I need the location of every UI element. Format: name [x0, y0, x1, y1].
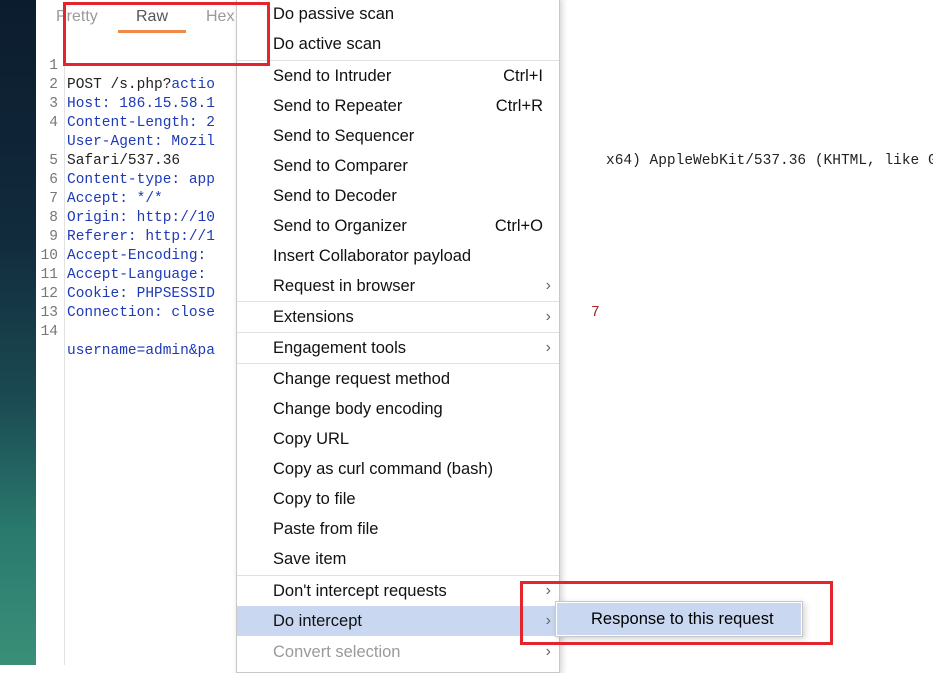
header-user-agent-tail: x64) AppleWebKit/537.36 (KHTML, like G: [606, 153, 933, 169]
shortcut-label: Ctrl+I: [503, 67, 543, 85]
code-line: 8 Referer: http://1: [49, 210, 215, 245]
menu-item-send-to-sequencer[interactable]: Send to Sequencer: [237, 121, 559, 151]
menu-item-send-to-intruder[interactable]: Send to Intruder Ctrl+I: [237, 61, 559, 91]
tab-raw[interactable]: Raw: [136, 8, 168, 26]
menu-item-copy-url[interactable]: Copy URL: [237, 424, 559, 454]
menu-item-send-to-comparer[interactable]: Send to Comparer: [237, 151, 559, 181]
menu-item-response-to-this-request[interactable]: Response to this request: [557, 603, 801, 635]
menu-item-request-in-browser[interactable]: Request in browser ›: [237, 271, 559, 301]
request-body: username=admin&pa: [67, 343, 215, 359]
menu-item-send-to-organizer[interactable]: Send to Organizer Ctrl+O: [237, 211, 559, 241]
header-origin: Origin: http://10: [67, 210, 215, 226]
code-line: 1 POST /s.php?actio: [49, 58, 215, 93]
code-line: 6 Accept: */*: [49, 172, 163, 207]
code-line: 14 username=admin&pa: [40, 324, 215, 359]
do-intercept-submenu: Response to this request: [555, 601, 803, 637]
tab-pretty[interactable]: Pretty: [56, 8, 98, 26]
menu-item-change-body-encoding[interactable]: Change body encoding: [237, 394, 559, 424]
header-user-agent: User-Agent: Mozil: [67, 134, 215, 150]
menu-item-send-to-decoder[interactable]: Send to Decoder: [237, 181, 559, 211]
code-line: 10 Accept-Language:: [40, 248, 215, 283]
active-tab-indicator: [118, 30, 186, 33]
desktop-wallpaper: [0, 0, 36, 665]
header-content-type: Content-type: app: [67, 172, 215, 188]
menu-item-copy-to-file[interactable]: Copy to file: [237, 484, 559, 514]
code-line: 12 Connection: close: [40, 286, 215, 321]
chevron-right-icon: ›: [545, 612, 551, 629]
menu-item-change-request-method[interactable]: Change request method: [237, 364, 559, 394]
code-line: 3 Content-Length: 2: [49, 96, 215, 131]
header-cookie: Cookie: PHPSESSID: [67, 286, 215, 302]
menu-item-paste-from-file[interactable]: Paste from file: [237, 514, 559, 544]
menu-item-insert-collaborator-payload[interactable]: Insert Collaborator payload: [237, 241, 559, 271]
menu-item-save-item[interactable]: Save item: [237, 544, 559, 574]
code-line: 5 Content-type: app: [49, 153, 215, 188]
menu-item-dont-intercept-requests[interactable]: Don't intercept requests ›: [237, 576, 559, 606]
context-menu: Do passive scan Do active scan Send to I…: [236, 0, 560, 673]
menu-item-convert-selection[interactable]: Convert selection ›: [237, 637, 559, 667]
chevron-right-icon: ›: [545, 582, 551, 599]
chevron-right-icon: ›: [545, 308, 551, 325]
code-line: 9 Accept-Encoding:: [49, 229, 215, 264]
menu-item-do-active-scan[interactable]: Do active scan: [237, 29, 559, 59]
code-line: 7 Origin: http://10: [49, 191, 215, 226]
menu-item-extensions[interactable]: Extensions ›: [237, 302, 559, 332]
tab-hex[interactable]: Hex: [206, 8, 234, 26]
menu-item-copy-as-curl[interactable]: Copy as curl command (bash): [237, 454, 559, 484]
menu-item-do-passive-scan[interactable]: Do passive scan: [237, 0, 559, 29]
header-accept-language: Accept-Language:: [67, 267, 215, 283]
header-cookie-tail: 7: [591, 305, 600, 321]
code-line: 13: [40, 305, 58, 321]
chevron-right-icon: ›: [545, 339, 551, 356]
menu-item-engagement-tools[interactable]: Engagement tools ›: [237, 333, 559, 363]
header-referer: Referer: http://1: [67, 229, 215, 245]
header-connection: Connection: close: [67, 305, 215, 321]
query-param: actio: [171, 77, 215, 93]
code-line: 2 Host: 186.15.58.1: [49, 77, 215, 112]
header-content-length: Content-Length: 2: [67, 115, 215, 131]
menu-item-do-intercept[interactable]: Do intercept ›: [237, 606, 559, 636]
chevron-right-icon: ›: [545, 643, 551, 660]
chevron-right-icon: ›: [545, 277, 551, 294]
shortcut-label: Ctrl+O: [494, 217, 543, 235]
code-line: Safari/537.36: [36, 114, 180, 169]
menu-item-send-to-repeater[interactable]: Send to Repeater Ctrl+R: [237, 91, 559, 121]
shortcut-label: Ctrl+R: [495, 97, 543, 115]
